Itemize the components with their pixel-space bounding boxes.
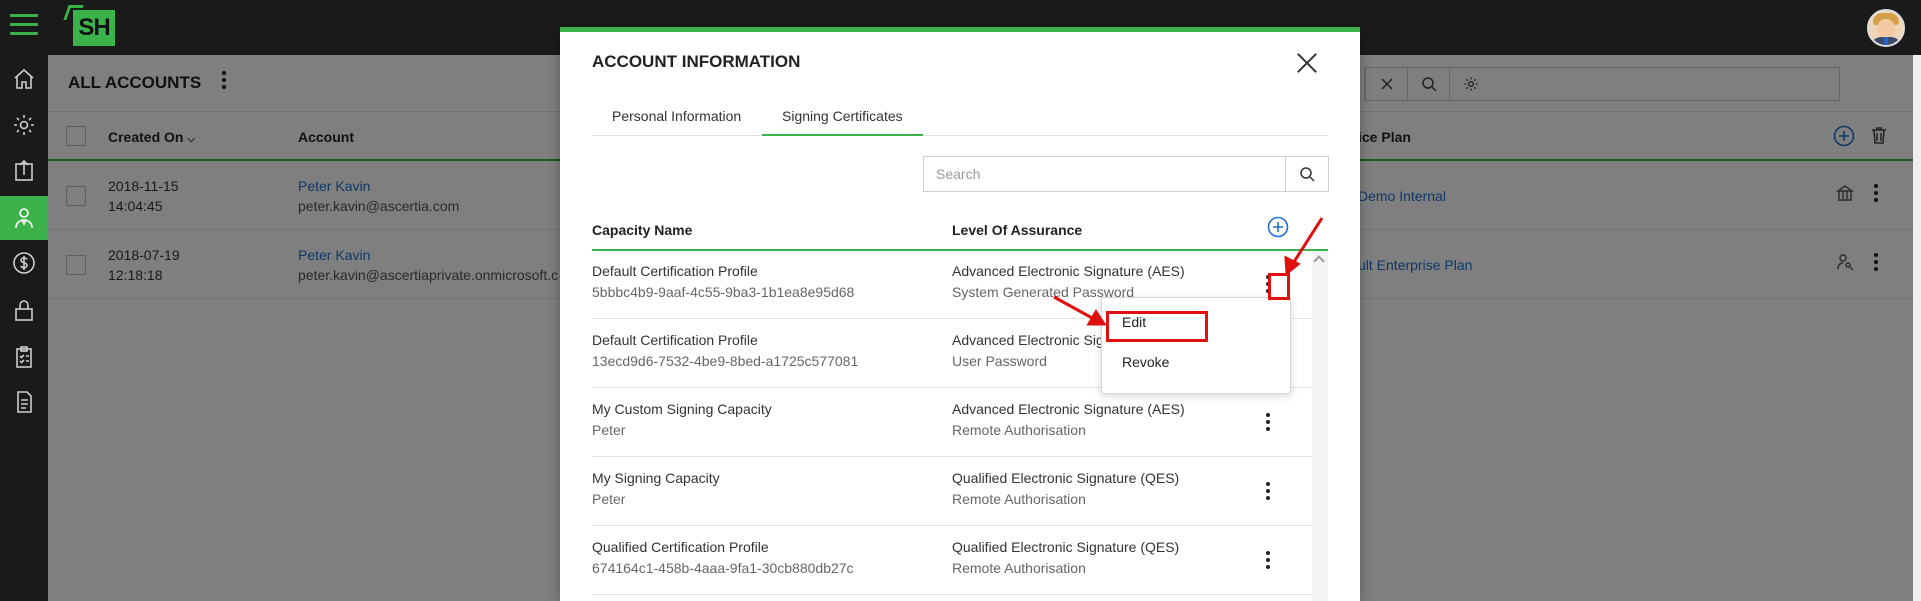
assurance-level: Qualified Electronic Signature (QES) — [952, 470, 1180, 486]
edit-menu-item[interactable]: Edit — [1102, 306, 1290, 338]
authentication-type: Remote Authorisation — [952, 560, 1086, 576]
authentication-type: Remote Authorisation — [952, 422, 1086, 438]
assurance-level: Advanced Electronic Signature (AES) — [952, 401, 1185, 417]
capacity-name: My Custom Signing Capacity — [592, 401, 772, 417]
row-menu-button[interactable] — [1262, 551, 1274, 569]
app-logo[interactable]: SH — [73, 10, 115, 46]
sidebar — [0, 55, 48, 601]
revoke-menu-item[interactable]: Revoke — [1102, 346, 1290, 378]
row-menu-button[interactable] — [1262, 413, 1274, 431]
list-item: My Signing Capacity Peter Qualified Elec… — [592, 458, 1312, 526]
capacity-name: My Signing Capacity — [592, 470, 720, 486]
row-menu-button[interactable] — [1262, 275, 1274, 293]
level-of-assurance-header: Level Of Assurance — [952, 222, 1083, 238]
capacity-id: Peter — [592, 491, 626, 507]
capacity-id: 13ecd9d6-7532-4be9-8bed-a1725c577081 — [592, 353, 859, 369]
dialog-tabs: Personal Information Signing Certificate… — [592, 104, 1328, 136]
authentication-type: User Password — [952, 353, 1047, 369]
capacity-name: Default Certification Profile — [592, 263, 758, 279]
certificates-search-bar — [923, 156, 1329, 192]
add-certificate-icon[interactable] — [1267, 216, 1289, 238]
dollar-icon[interactable] — [0, 241, 48, 285]
capacity-id: Peter — [592, 422, 626, 438]
tab-signing-certificates[interactable]: Signing Certificates — [762, 104, 923, 136]
clipboard-check-icon[interactable] — [0, 335, 48, 379]
home-icon[interactable] — [0, 57, 48, 101]
list-item: Qualified Certification Profile 674164c1… — [592, 527, 1312, 595]
search-input[interactable] — [924, 157, 1286, 191]
tab-personal-information[interactable]: Personal Information — [592, 104, 761, 136]
search-icon[interactable] — [1285, 157, 1328, 191]
close-icon[interactable] — [1296, 52, 1318, 74]
assurance-level: Advanced Electronic Sig — [952, 332, 1104, 348]
gear-icon[interactable] — [0, 103, 48, 147]
dialog-scrollbar[interactable] — [1312, 251, 1328, 601]
capacity-id: 674164c1-458b-4aaa-9fa1-30cb880db27c — [592, 560, 854, 576]
lock-icon[interactable] — [0, 288, 48, 332]
capacity-name: Default Certification Profile — [592, 332, 758, 348]
list-item: My Custom Signing Capacity Peter Advance… — [592, 389, 1312, 457]
dialog-title: ACCOUNT INFORMATION — [592, 52, 801, 71]
assurance-level: Advanced Electronic Signature (AES) — [952, 263, 1185, 279]
hamburger-menu-icon[interactable] — [10, 14, 38, 38]
certificates-table-header: Capacity Name Level Of Assurance — [592, 210, 1328, 251]
document-icon[interactable] — [0, 380, 48, 424]
user-icon[interactable] — [0, 196, 48, 240]
assurance-level: Qualified Electronic Signature (QES) — [952, 539, 1180, 555]
authentication-type: Remote Authorisation — [952, 491, 1086, 507]
row-menu-button[interactable] — [1262, 482, 1274, 500]
upload-icon[interactable] — [0, 148, 48, 192]
capacity-id: 5bbbc4b9-9aaf-4c55-9ba3-1b1ea8e95d68 — [592, 284, 855, 300]
row-context-menu: Edit Revoke — [1101, 297, 1291, 394]
capacity-name-header: Capacity Name — [592, 222, 693, 238]
capacity-name: Qualified Certification Profile — [592, 539, 769, 555]
user-avatar[interactable] — [1867, 9, 1905, 47]
scroll-up-icon[interactable] — [1313, 255, 1325, 267]
page-scrollbar[interactable] — [1913, 55, 1921, 601]
